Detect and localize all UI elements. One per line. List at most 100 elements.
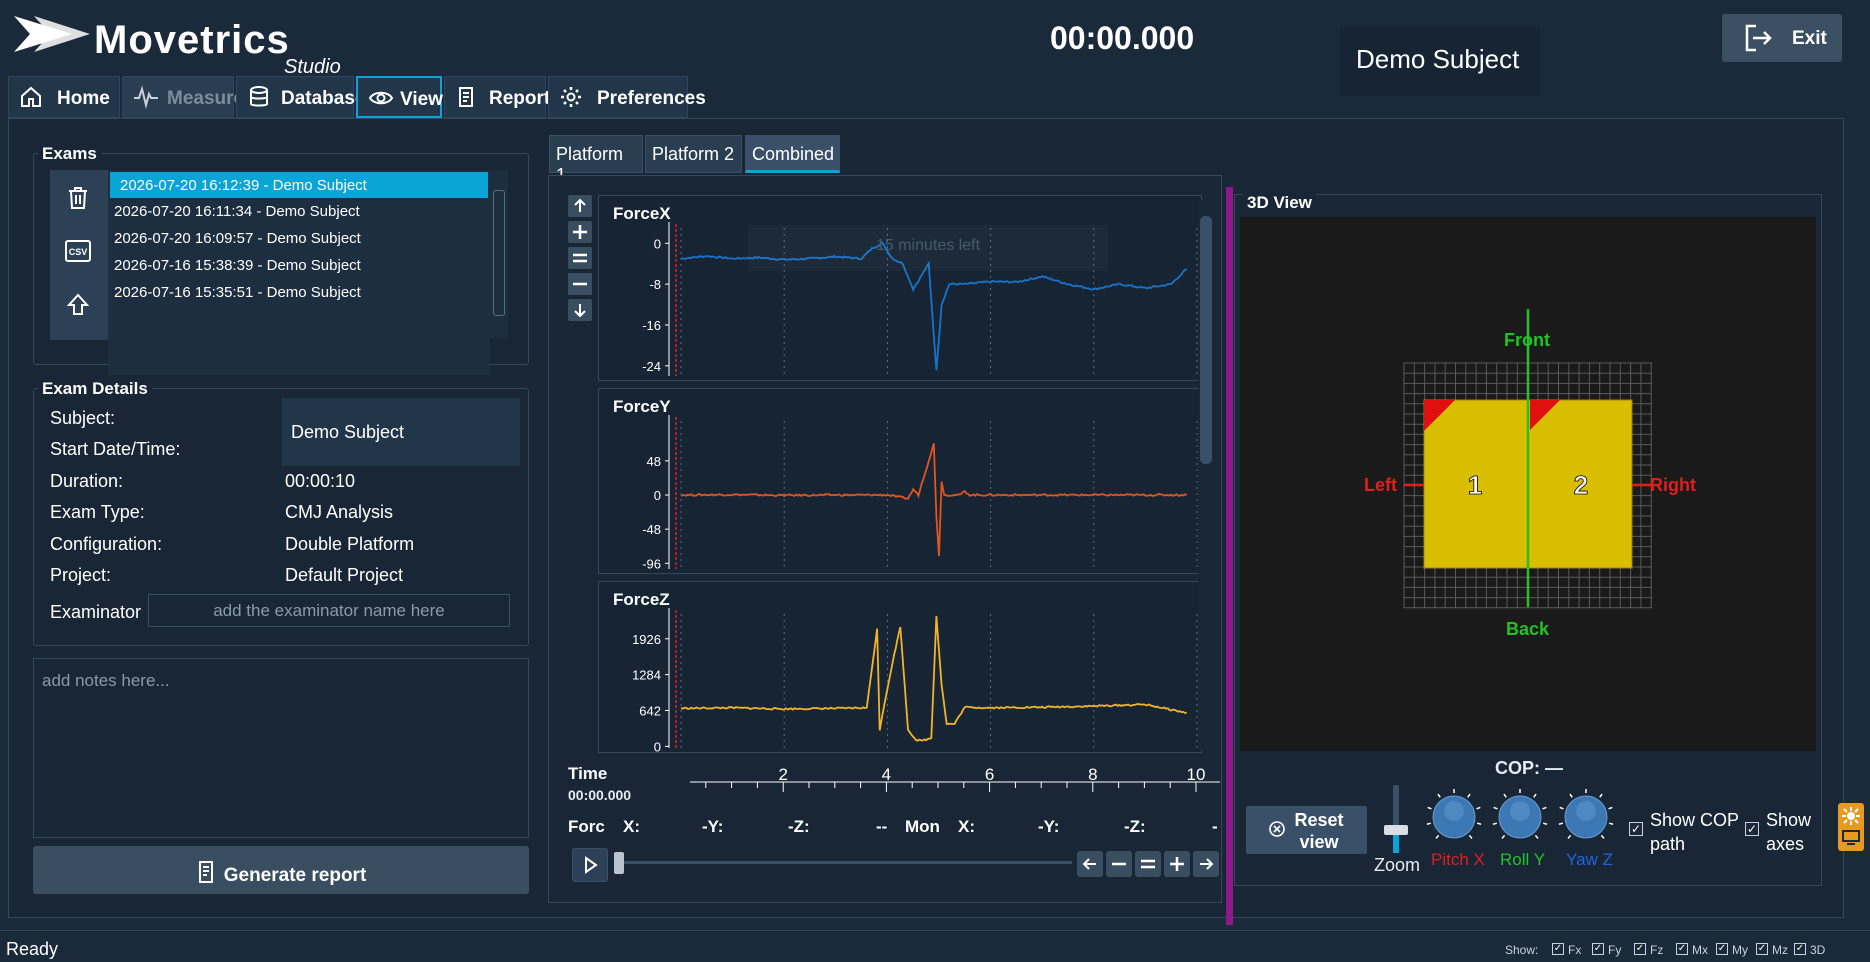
start-label: Start Date/Time: [50,439,181,459]
exam-details-title: Exam Details [38,379,152,399]
current-subject: Demo Subject [1340,26,1540,96]
side-widget[interactable] [1838,803,1864,851]
y-tick-label: -96 [642,556,661,571]
toggle-my-checkbox[interactable]: ✓ [1716,943,1728,955]
play-icon [585,856,598,874]
left-label: Left [1364,475,1397,495]
scroll-thumb[interactable] [493,190,505,316]
notes-field[interactable]: add notes here... [33,658,529,838]
knob-tick [1608,806,1613,810]
exam-list-scrollbar[interactable] [490,170,508,338]
zoom-in-x-button[interactable] [1164,851,1190,877]
knob-tick [1567,834,1572,839]
pan-left-button[interactable] [1077,851,1103,877]
exam-type-label: Exam Type: [50,502,145,522]
zoom-in-y-button[interactable] [568,221,592,243]
x-tick-label: 10 [1187,765,1206,784]
toggle-3d-checkbox[interactable]: ✓ [1794,943,1806,955]
fit-x-button[interactable] [1135,851,1161,877]
roll-knob-highlight [1510,801,1530,821]
knob-tick [1542,806,1547,810]
show-axes-label: Show axes [1766,810,1812,854]
tab-database[interactable]: Database [236,76,366,118]
y-tick-label: -48 [642,522,661,537]
reset-view-button[interactable]: Reset view [1246,806,1367,854]
toggle-fy-label: Fy [1608,943,1622,957]
exam-list-item[interactable]: 2026-07-16 15:38:39 - Demo Subject [108,252,490,278]
zoom-out-y-button[interactable] [568,273,592,295]
knob-tick [1467,793,1471,798]
tab-platform-2[interactable]: Platform 2 [645,135,742,173]
status-text: Ready [6,939,59,959]
zoom-slider-handle[interactable] [1384,825,1408,835]
moment-z-readout: -Z: [1124,817,1146,836]
trash-icon[interactable] [66,185,90,211]
duration-label: Duration: [50,471,124,491]
upload-icon[interactable] [66,292,90,318]
generate-report-button[interactable]: Generate report [33,846,529,894]
tab-combined[interactable]: Combined [745,135,840,173]
scroll-up-button[interactable] [568,195,592,217]
x-tick-label: 8 [1088,765,1097,784]
knob-tick [1476,806,1481,810]
cop-readout: COP: — [1495,758,1564,778]
force-readout-label: Forc [568,817,605,836]
tab-measure-label: Measure [167,88,245,109]
exam-list: 2026-07-20 16:12:39 - Demo Subject 2026-… [108,170,490,375]
toggle-mz-checkbox[interactable]: ✓ [1756,943,1768,955]
gear-icon [1842,807,1860,825]
tab-home[interactable]: Home [8,76,120,118]
play-button[interactable] [572,848,608,882]
minus-icon [1112,862,1126,866]
scroll-down-button[interactable] [568,299,592,321]
examinator-input[interactable]: add the examinator name here [148,594,510,627]
tab-measure[interactable]: Measure [122,76,244,118]
series-line [680,443,1187,557]
view3d-canvas[interactable]: 1 2 [1240,217,1816,751]
exam-list-item[interactable]: 2026-07-20 16:12:39 - Demo Subject [110,172,488,198]
scroll-thumb[interactable] [1200,216,1212,464]
show-axes-checkbox[interactable]: ✓ [1745,822,1759,836]
splitter[interactable] [1226,187,1233,925]
platform-2-label: 2 [1574,470,1588,500]
subject-label: Subject: [50,408,116,428]
tab-platform-1[interactable]: Platform 1 [549,135,643,185]
exam-list-item[interactable]: 2026-07-20 16:09:57 - Demo Subject [108,225,490,251]
app-logo: Movetrics Studio [12,12,372,78]
knob-tick [1437,793,1441,798]
csv-icon[interactable]: CSV [64,238,92,264]
exam-type-value: CMJ Analysis [285,502,394,522]
gear-icon [561,87,581,107]
exit-button[interactable]: Exit [1722,14,1842,62]
zoom-slider[interactable] [1393,785,1399,853]
tab-preferences[interactable]: Preferences [548,76,706,118]
exam-list-item[interactable]: 2026-07-16 15:35:51 - Demo Subject [108,279,490,305]
app-name: Movetrics [94,18,290,62]
plus-icon [1170,857,1184,871]
toggle-fz-label: Fz [1650,943,1664,957]
tab-view[interactable]: View [356,76,443,118]
x-tick-label: 2 [778,765,787,784]
tab-report[interactable]: Report [444,76,550,118]
time-axis: 0246810 [690,765,1220,792]
plot-forcez: ForceZ 1926 1284 642 0 [598,581,1202,754]
eye-icon [368,91,394,105]
knob-tick [1569,793,1573,798]
knob-tick [1533,793,1537,798]
toggle-fx-checkbox[interactable]: ✓ [1552,943,1564,955]
report-icon [198,861,213,883]
timeline-handle[interactable] [614,852,624,874]
toggle-fz-checkbox[interactable]: ✓ [1634,943,1646,955]
fit-y-button[interactable] [568,247,592,269]
toggle-mx-checkbox[interactable]: ✓ [1676,943,1688,955]
plots-scrollbar[interactable] [1198,200,1214,750]
toggle-fy-checkbox[interactable]: ✓ [1592,943,1604,955]
exam-list-item[interactable]: 2026-07-20 16:11:34 - Demo Subject [108,198,490,224]
zoom-out-x-button[interactable] [1106,851,1132,877]
x-tick-label: 4 [882,765,891,784]
yaw-knob-highlight [1576,801,1596,821]
subject-value: Demo Subject [282,398,520,466]
show-cop-checkbox[interactable]: ✓ [1629,822,1643,836]
timeline-slider[interactable] [617,861,1072,864]
pan-right-button[interactable] [1193,851,1219,877]
